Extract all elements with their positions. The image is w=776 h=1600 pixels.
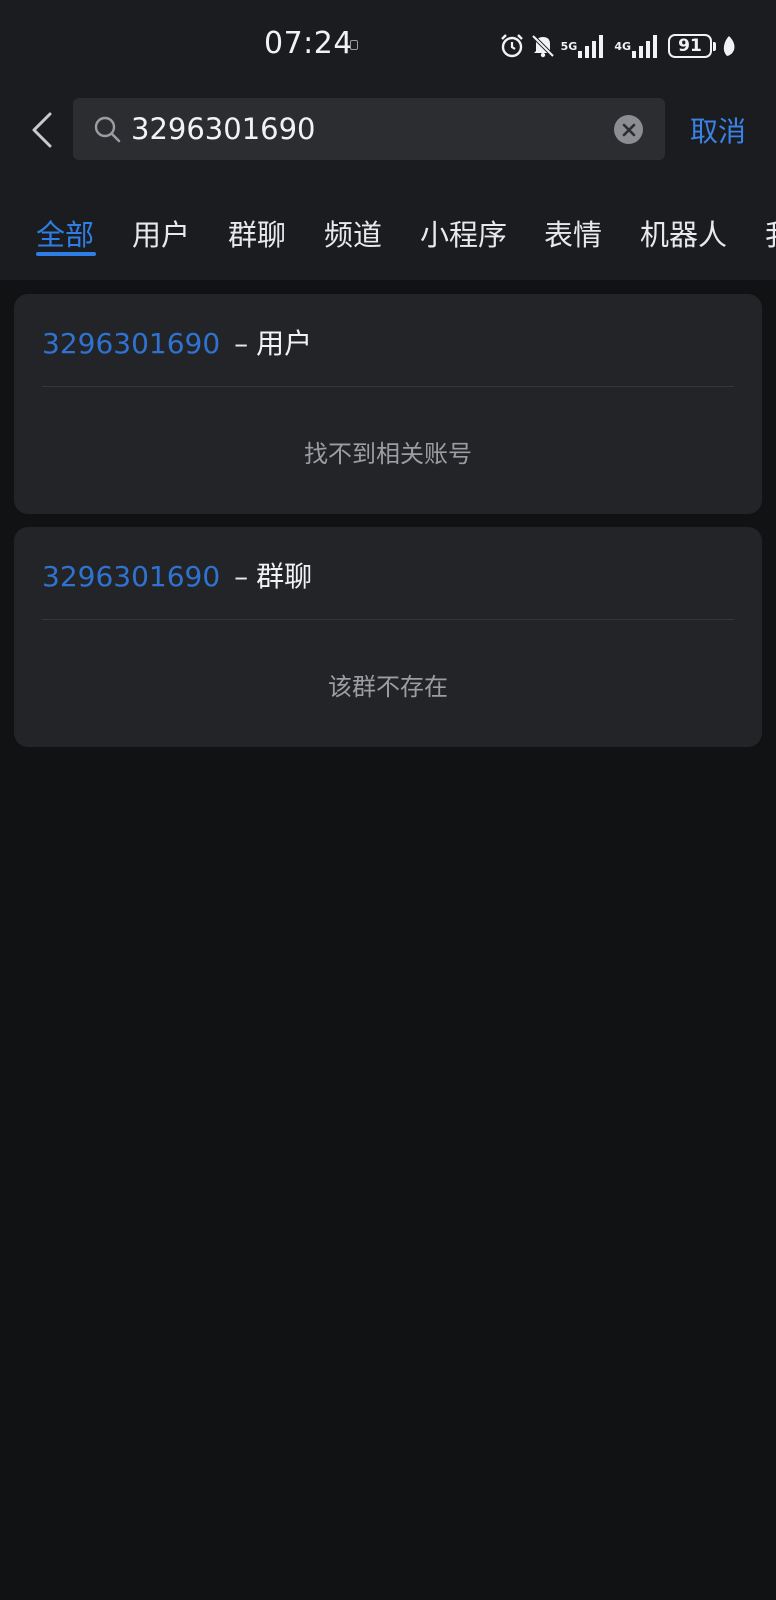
network-label-5g: 5G bbox=[560, 39, 578, 53]
cancel-button[interactable]: 取消 bbox=[690, 110, 746, 150]
tab-mini-programs[interactable]: 小程序 bbox=[420, 212, 507, 254]
signal-5g-icon: 5G bbox=[561, 32, 609, 60]
empty-result-message: 该群不存在 bbox=[328, 673, 448, 701]
search-category-tabs: 全部 用户 群聊 频道 小程序 表情 机器人 我 bbox=[0, 208, 776, 268]
search-input[interactable] bbox=[131, 106, 601, 152]
active-tab-indicator bbox=[36, 252, 96, 256]
back-button[interactable] bbox=[22, 105, 62, 155]
tab-stickers[interactable]: 表情 bbox=[544, 212, 602, 254]
tab-channels[interactable]: 频道 bbox=[324, 212, 382, 254]
tab-bots[interactable]: 机器人 bbox=[640, 212, 727, 254]
tab-users[interactable]: 用户 bbox=[132, 212, 190, 254]
notification-icon bbox=[350, 40, 358, 50]
status-bar: 07:24 5G 4G 91 bbox=[0, 0, 776, 92]
battery-level: 91 bbox=[668, 34, 712, 58]
search-box[interactable] bbox=[73, 98, 665, 160]
result-category: 用户 bbox=[256, 327, 313, 360]
alarm-icon bbox=[499, 32, 525, 60]
status-icons: 5G 4G 91 bbox=[499, 30, 736, 62]
battery-icon: 91 bbox=[668, 34, 716, 58]
tab-group-chats[interactable]: 群聊 bbox=[228, 212, 286, 254]
divider bbox=[42, 619, 734, 620]
search-keyword: 3296301690 bbox=[42, 327, 221, 360]
signal-4g-icon: 4G bbox=[614, 32, 662, 60]
status-time: 07:24 bbox=[264, 26, 353, 61]
search-keyword: 3296301690 bbox=[42, 560, 221, 593]
result-category: 群聊 bbox=[256, 560, 313, 593]
divider bbox=[42, 386, 734, 387]
power-saving-leaf-icon bbox=[722, 32, 736, 60]
tab-all[interactable]: 全部 bbox=[36, 212, 94, 254]
header-separator: – bbox=[234, 560, 249, 593]
empty-result-message: 找不到相关账号 bbox=[304, 440, 472, 468]
result-card-header: 3296301690– 用户 bbox=[42, 322, 312, 362]
result-card-users[interactable]: 3296301690– 用户 找不到相关账号 bbox=[14, 294, 762, 514]
result-card-group-chats[interactable]: 3296301690– 群聊 该群不存在 bbox=[14, 527, 762, 747]
chevron-left-icon bbox=[32, 112, 52, 148]
result-card-header: 3296301690– 群聊 bbox=[42, 555, 312, 595]
network-label-4g: 4G bbox=[614, 39, 631, 53]
close-icon bbox=[622, 123, 635, 136]
search-icon bbox=[94, 116, 121, 143]
header-separator: – bbox=[234, 327, 249, 360]
clear-search-button[interactable] bbox=[614, 115, 643, 144]
mute-bell-icon bbox=[531, 32, 555, 60]
tab-more[interactable]: 我 bbox=[765, 212, 776, 254]
